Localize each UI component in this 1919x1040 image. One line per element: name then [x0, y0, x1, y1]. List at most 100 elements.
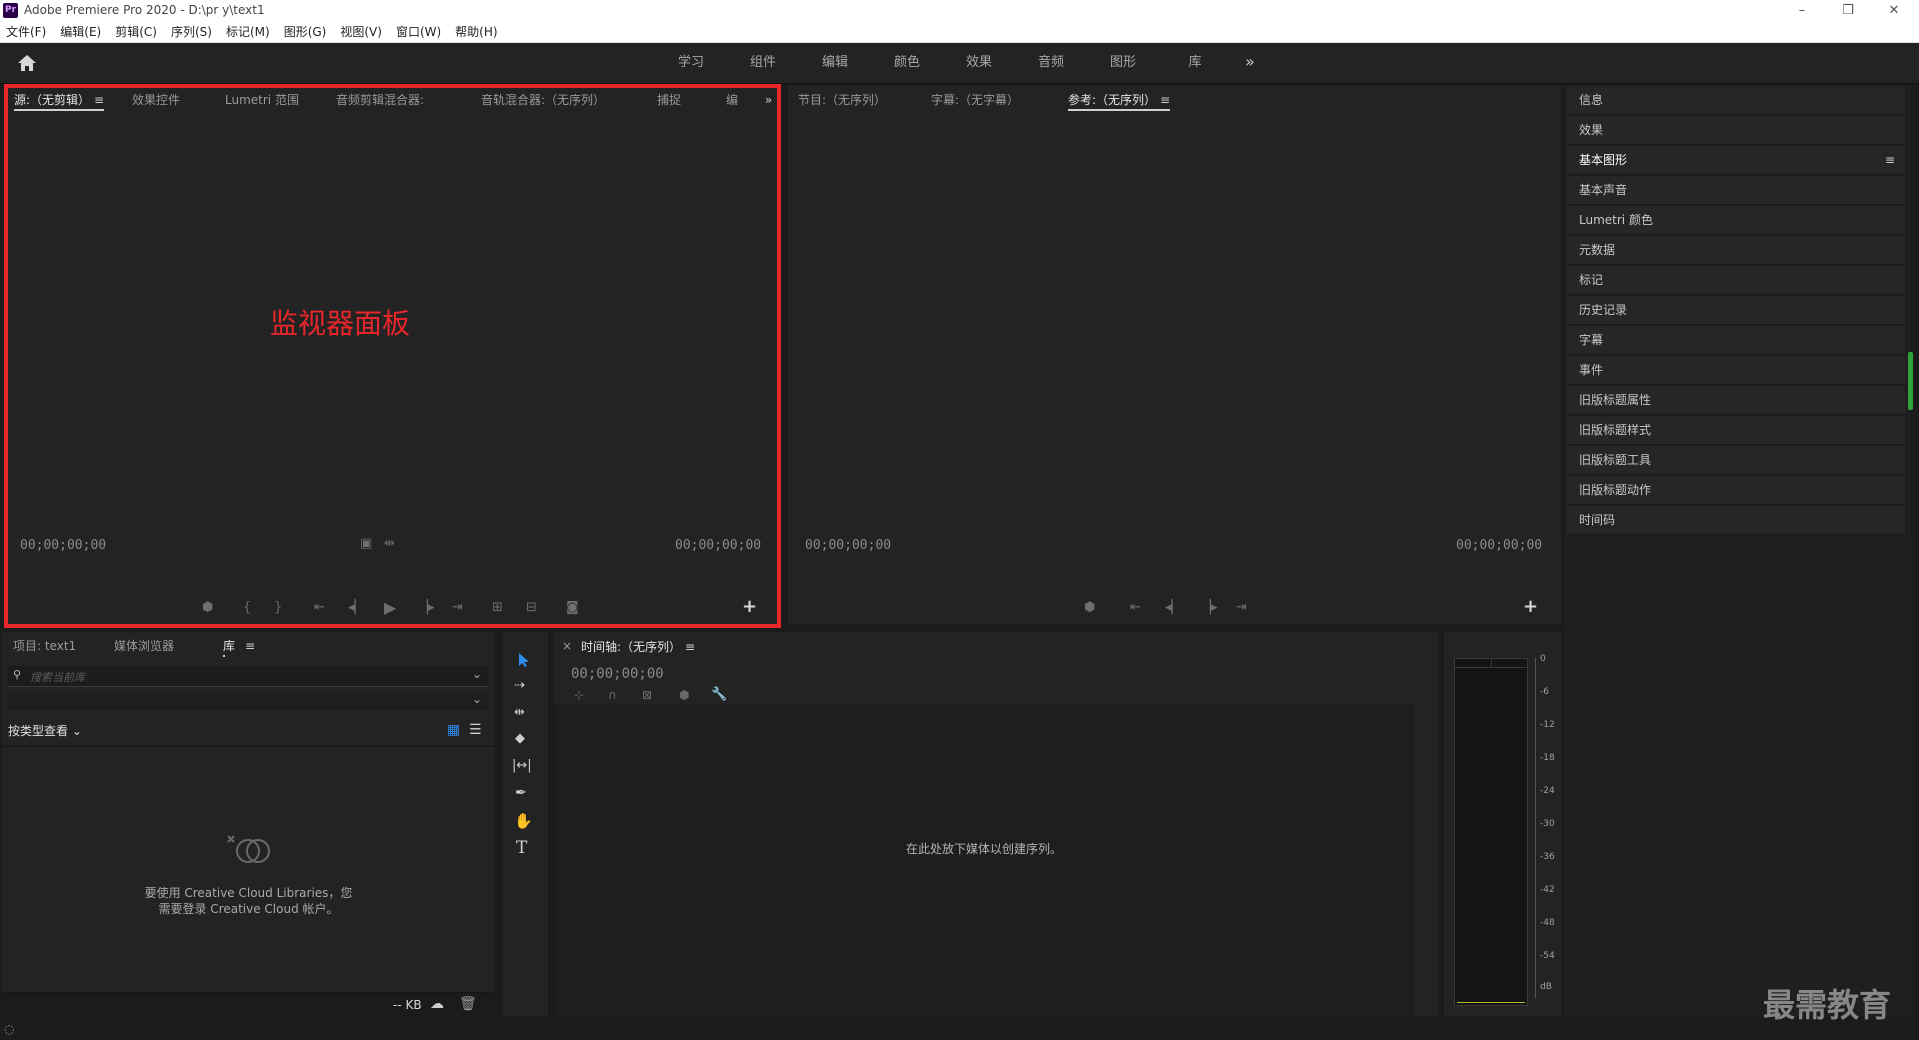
panel-history[interactable]: 历史记录: [1567, 296, 1905, 325]
workspace-learn[interactable]: 学习: [655, 43, 727, 83]
track-select-tool-icon[interactable]: ⇢: [514, 678, 525, 693]
timeline-drop-hint: 在此处放下媒体以创建序列。: [905, 842, 1062, 856]
workspace-editing[interactable]: 编辑: [799, 43, 871, 83]
selection-tool-icon[interactable]: [517, 652, 531, 668]
panel-menu-icon[interactable]: ≡: [1885, 146, 1895, 175]
tab-program[interactable]: 节目:（无序列）: [798, 86, 886, 114]
status-bar: ◌: [0, 1020, 1919, 1040]
restore-button[interactable]: ❐: [1825, 0, 1871, 22]
meter-scale-line: [1535, 658, 1536, 998]
meter-tick: -24: [1540, 786, 1555, 796]
minimize-button[interactable]: –: [1779, 0, 1825, 22]
menu-graphics[interactable]: 图形(G): [277, 22, 334, 42]
menu-markers[interactable]: 标记(M): [219, 22, 277, 42]
annotation-highlight-box: [4, 84, 781, 628]
grid-view-icon[interactable]: ▦: [447, 722, 460, 738]
background-render-icon[interactable]: ◌: [4, 1022, 14, 1036]
meter-tick: -12: [1540, 720, 1555, 730]
cc-login-message-line1: 要使用 Creative Cloud Libraries，您: [144, 886, 353, 900]
panel-events[interactable]: 事件: [1567, 356, 1905, 385]
tab-reference[interactable]: 参考:（无序列） ≡: [1068, 86, 1171, 114]
menu-sequence[interactable]: 序列(S): [164, 22, 219, 42]
go-to-out-icon[interactable]: ⇥: [1236, 600, 1247, 615]
list-view-icon[interactable]: ☰: [469, 722, 482, 738]
library-select-dropdown[interactable]: ⌄: [8, 692, 488, 710]
workspace-assembly[interactable]: 组件: [727, 43, 799, 83]
slip-tool-icon[interactable]: |↔|: [512, 758, 532, 773]
razor-tool-icon[interactable]: ◆: [515, 731, 525, 746]
search-placeholder: 搜索当前库: [30, 671, 85, 684]
panel-legacy-title-styles[interactable]: 旧版标题样式: [1567, 416, 1905, 445]
workspace-graphics[interactable]: 图形: [1087, 43, 1159, 83]
panel-metadata[interactable]: 元数据: [1567, 236, 1905, 265]
library-search-box[interactable]: ⚲ 搜索当前库 ⌄: [8, 666, 488, 687]
audio-meter-panel: 0 -6 -12 -18 -24 -30 -36 -42 -48 -54 dB: [1444, 632, 1561, 1016]
panel-legacy-title-actions[interactable]: 旧版标题动作: [1567, 476, 1905, 505]
timeline-drop-area[interactable]: 在此处放下媒体以创建序列。: [554, 704, 1414, 1016]
add-marker-icon[interactable]: ⬢: [679, 688, 689, 702]
home-icon[interactable]: [16, 53, 38, 73]
linked-selection-icon[interactable]: ⊠: [642, 688, 652, 702]
meter-tick: -30: [1540, 819, 1555, 829]
panel-essential-graphics[interactable]: 基本图形 ≡: [1567, 146, 1905, 175]
go-to-in-icon[interactable]: ⇤: [1130, 600, 1141, 615]
panel-captions[interactable]: 字幕: [1567, 326, 1905, 355]
right-panel-scrollbar[interactable]: [1908, 352, 1913, 410]
lift-marker-icon[interactable]: ⬢: [1084, 600, 1095, 615]
workspace-audio[interactable]: 音频: [1015, 43, 1087, 83]
button-editor-plus-icon[interactable]: +: [1523, 596, 1538, 617]
menu-window[interactable]: 窗口(W): [389, 22, 448, 42]
chevron-down-icon[interactable]: ⌄: [472, 692, 482, 706]
panel-effects[interactable]: 效果: [1567, 116, 1905, 145]
panel-info[interactable]: 信息: [1567, 86, 1905, 115]
menu-bar: 文件(F) 编辑(E) 剪辑(C) 序列(S) 标记(M) 图形(G) 视图(V) 窗口(W)…: [0, 22, 1919, 43]
menu-help[interactable]: 帮助(H): [448, 22, 504, 42]
hand-tool-icon[interactable]: ✋: [514, 812, 533, 830]
panel-menu-icon[interactable]: ≡: [245, 632, 255, 660]
workspace-tabs: 学习 组件 编辑 颜色 效果 音频 图形 库: [655, 43, 1231, 83]
panel-menu-icon[interactable]: ≡: [685, 640, 695, 654]
panel-essential-sound[interactable]: 基本声音: [1567, 176, 1905, 205]
type-tool-icon[interactable]: T: [516, 838, 527, 858]
menu-file[interactable]: 文件(F): [0, 22, 53, 42]
panel-legacy-title-properties[interactable]: 旧版标题属性: [1567, 386, 1905, 415]
tab-libraries[interactable]: 库 ≡: [223, 632, 255, 660]
ripple-edit-tool-icon[interactable]: ⇹: [514, 705, 525, 720]
library-size-label: -- KB: [393, 998, 422, 1012]
timeline-title[interactable]: 时间轴:（无序列） ≡: [581, 638, 695, 655]
meter-tick: -6: [1540, 687, 1549, 697]
wrench-icon[interactable]: 🔧: [711, 687, 727, 702]
step-back-icon[interactable]: ◂▏: [1165, 600, 1182, 615]
nest-icon[interactable]: ⊹: [574, 688, 584, 702]
workspace-color[interactable]: 颜色: [871, 43, 943, 83]
snap-icon[interactable]: ∩: [608, 688, 617, 702]
workspace-effects[interactable]: 效果: [943, 43, 1015, 83]
workspace-libraries[interactable]: 库: [1159, 43, 1231, 83]
close-button[interactable]: ✕: [1871, 0, 1917, 22]
panel-lumetri-color[interactable]: Lumetri 颜色: [1567, 206, 1905, 235]
cc-login-message-line2: 需要登录 Creative Cloud 帐户。: [158, 902, 339, 916]
menu-view[interactable]: 视图(V): [333, 22, 389, 42]
cloud-sync-icon[interactable]: ☁: [430, 996, 444, 1012]
window-title: Adobe Premiere Pro 2020 - D:\pr y\text1: [24, 3, 265, 17]
tab-captions[interactable]: 字幕:（无字幕）: [931, 86, 1019, 114]
chevron-down-icon[interactable]: ⌄: [472, 667, 482, 681]
tab-project[interactable]: 项目: text1: [13, 632, 76, 660]
panel-timecode[interactable]: 时间码: [1567, 506, 1905, 535]
pen-tool-icon[interactable]: ✒: [515, 785, 527, 801]
view-by-dropdown[interactable]: 按类型查看 ⌄: [8, 722, 82, 739]
workspace-more-button[interactable]: »: [1245, 52, 1255, 71]
tab-media-browser[interactable]: 媒体浏览器: [114, 632, 174, 660]
trash-icon[interactable]: 🗑: [459, 996, 477, 1012]
timeline-close-button[interactable]: ×: [562, 639, 572, 653]
timeline-timecode[interactable]: 00;00;00;00: [571, 666, 664, 682]
creative-cloud-icon: [227, 835, 270, 863]
menu-clip[interactable]: 剪辑(C): [108, 22, 164, 42]
step-forward-icon[interactable]: ▕▸: [1201, 600, 1218, 615]
menu-edit[interactable]: 编辑(E): [53, 22, 108, 42]
meter-tick: -18: [1540, 753, 1555, 763]
panel-markers[interactable]: 标记: [1567, 266, 1905, 295]
program-playhead-timecode[interactable]: 00;00;00;00: [805, 538, 891, 553]
panel-legacy-title-tools[interactable]: 旧版标题工具: [1567, 446, 1905, 475]
timeline-panel: × 时间轴:（无序列） ≡ 00;00;00;00 ⊹ ∩ ⊠ ⬢ 🔧 在此处放下…: [554, 632, 1438, 1016]
